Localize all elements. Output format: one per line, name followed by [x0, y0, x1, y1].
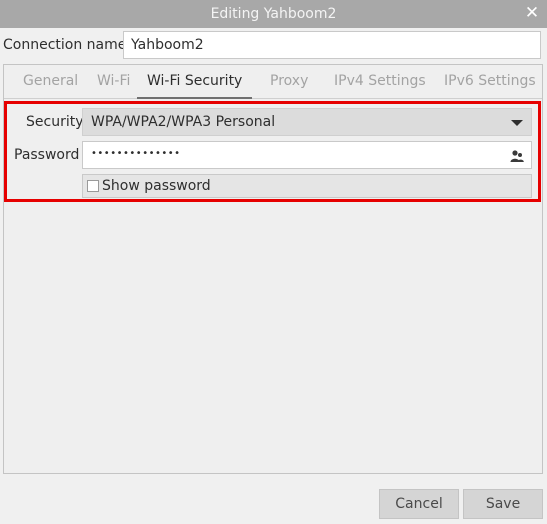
close-icon[interactable]: ✕ — [523, 3, 541, 23]
tab-wifi-security[interactable]: Wi-Fi Security — [137, 73, 253, 99]
tab-bar: General Wi-Fi Wi-Fi Security Proxy IPv4 … — [4, 65, 542, 99]
tab-wifi[interactable]: Wi-Fi — [97, 73, 130, 97]
connection-name-input[interactable]: Yahboom2 — [123, 31, 541, 59]
highlight-box — [4, 101, 541, 202]
tab-general[interactable]: General — [23, 73, 78, 97]
tab-ipv6-settings[interactable]: IPv6 Settings — [444, 73, 536, 97]
tab-ipv4-settings[interactable]: IPv4 Settings — [334, 73, 426, 97]
connection-name-label: Connection name — [3, 37, 127, 53]
cancel-button[interactable]: Cancel — [379, 489, 459, 519]
tab-proxy[interactable]: Proxy — [270, 73, 308, 97]
save-button[interactable]: Save — [463, 489, 543, 519]
title-bar: Editing Yahboom2 ✕ — [0, 0, 547, 28]
window-title: Editing Yahboom2 — [210, 6, 337, 22]
